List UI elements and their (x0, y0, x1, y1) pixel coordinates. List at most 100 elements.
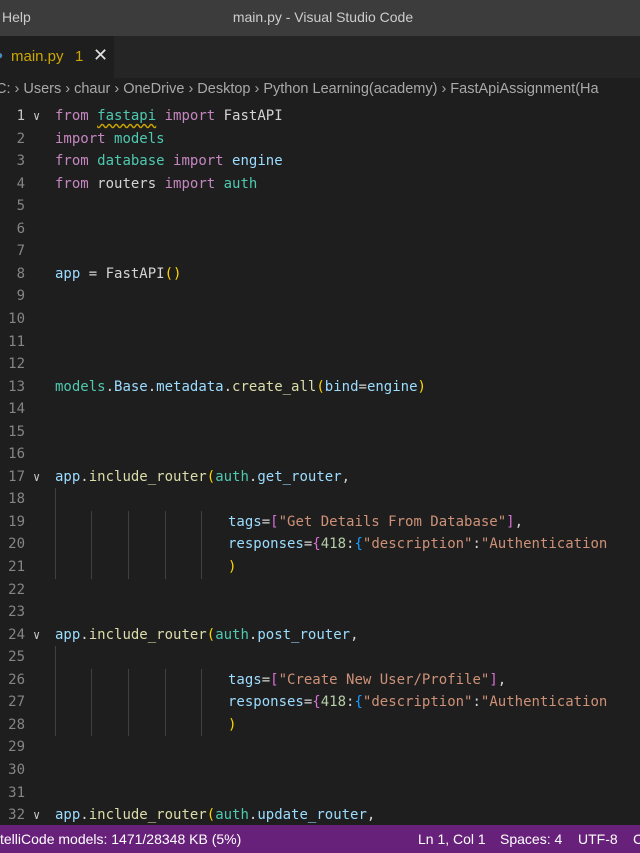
code-line[interactable]: 14 (0, 398, 640, 421)
code-line[interactable]: 17 ∨ app.include_router(auth.get_router, (0, 466, 640, 489)
code-token: include_router (88, 807, 207, 824)
code-token: fastapi (97, 108, 157, 124)
window-title: main.py - Visual Studio Code (232, 9, 414, 25)
breadcrumb-item[interactable]: C: (0, 81, 11, 97)
code-line[interactable]: 21) (0, 556, 640, 579)
code-line[interactable]: 13 models.Base.metadata.create_all(bind=e… (0, 376, 640, 399)
code-token: from (55, 108, 89, 124)
code-line[interactable]: 15 (0, 421, 640, 444)
indent-guide (128, 713, 129, 737)
code-line[interactable]: 12 (0, 353, 640, 376)
code-line[interactable]: 26 tags=["Create New User/Profile"], (0, 668, 640, 692)
indent-guide (91, 691, 92, 714)
line-number: 17 (8, 468, 25, 485)
code-line[interactable]: 8 app = FastAPI() (0, 263, 640, 286)
code-line[interactable]: 22 (0, 579, 640, 602)
line-number: 12 (8, 356, 25, 373)
code-line[interactable]: 4 from routers import auth (0, 173, 640, 196)
indent-guide (201, 533, 202, 556)
code-token: app (55, 468, 81, 485)
code-token: metadata (156, 378, 224, 395)
code-token: , (341, 468, 351, 485)
breadcrumb-item[interactable]: Users (23, 81, 61, 97)
line-number: 4 (16, 175, 25, 192)
cursor-position[interactable]: Ln 1, Col 1 (418, 831, 486, 847)
code-token: ( (206, 807, 216, 824)
code-line[interactable]: 24 ∨ app.include_router(auth.post_router, (0, 624, 640, 647)
encoding-status[interactable]: UTF-8 (578, 831, 618, 847)
code-line[interactable]: 1 ∨ from fastapi import FastAPI (0, 105, 640, 128)
code-token: "Create New User/Profile" (278, 671, 490, 688)
indent-guide (201, 510, 202, 534)
line-number: 19 (8, 513, 25, 530)
code-text: from database import engine (55, 150, 283, 173)
code-line[interactable]: 16 (0, 443, 640, 466)
code-token: ( (316, 378, 325, 395)
code-line[interactable]: 27 responses={418:{"description":"Authent… (0, 691, 640, 714)
fold-chevron-icon[interactable]: ∨ (33, 105, 40, 128)
code-token: . (105, 378, 115, 395)
tab-main-py[interactable]: ● main.py 1 ✕ (0, 36, 114, 78)
code-line[interactable]: 28) (0, 713, 640, 737)
code-token: . (80, 626, 89, 643)
title-bar: Help main.py - Visual Studio Code (0, 0, 640, 36)
code-token: . (147, 378, 157, 395)
fold-chevron-icon[interactable]: ∨ (33, 804, 40, 825)
code-line[interactable]: 6 (0, 218, 640, 241)
indent-guide (55, 533, 56, 556)
code-line[interactable]: 31 (0, 782, 640, 805)
breadcrumb-separator-icon: › (441, 81, 447, 97)
breadcrumb-item[interactable]: FastApiAssignment(Ha (450, 81, 598, 97)
code-token: "Get Details From Database" (278, 513, 507, 530)
code-line[interactable]: 9 (0, 285, 640, 308)
breadcrumb-item[interactable]: OneDrive (123, 81, 184, 97)
indentation-status[interactable]: Spaces: 4 (500, 831, 562, 847)
code-line[interactable]: 3 from database import engine (0, 150, 640, 173)
code-token: , (366, 807, 376, 824)
code-line[interactable]: 10 (0, 308, 640, 331)
code-line[interactable]: 11 (0, 331, 640, 354)
code-token: responses (228, 536, 304, 553)
code-line[interactable]: 7 (0, 240, 640, 263)
code-token: , (350, 626, 359, 643)
indent-guide (165, 556, 166, 579)
code-line[interactable]: 32 ∨ app.include_router(auth.update_router… (0, 804, 640, 825)
code-token: routers (97, 175, 157, 192)
indent-guide (55, 713, 56, 737)
code-token: "description" (362, 536, 473, 553)
code-line[interactable]: 25 (0, 646, 640, 669)
indent-guide (55, 668, 56, 692)
code-text: tags=["Get Details From Database"], (228, 511, 523, 534)
fold-chevron-icon[interactable]: ∨ (33, 466, 40, 489)
eol-status[interactable]: C (633, 831, 640, 847)
code-token: auth (215, 626, 249, 643)
close-icon[interactable]: ✕ (93, 45, 108, 66)
code-line[interactable]: 23 (0, 601, 640, 624)
code-editor[interactable]: 1 ∨ from fastapi import FastAPI 2 import mod… (0, 104, 640, 825)
code-token: auth (215, 807, 249, 824)
code-line[interactable]: 19 tags=["Get Details From Database"], (0, 510, 640, 534)
code-line[interactable]: 18 (0, 488, 640, 511)
line-number: 27 (8, 694, 25, 711)
indent-guide (91, 668, 92, 692)
code-token: bind (324, 378, 359, 395)
breadcrumb-item[interactable]: Python Learning(academy) (263, 81, 437, 97)
code-line[interactable]: 20 responses={418:{"description":"Authent… (0, 533, 640, 556)
line-number: 24 (8, 626, 25, 643)
code-token: . (223, 378, 233, 395)
code-line[interactable]: 5 (0, 195, 640, 218)
indent-guide (128, 533, 129, 556)
indent-guide (201, 556, 202, 579)
fold-chevron-icon[interactable]: ∨ (33, 624, 40, 647)
code-token: update_router (257, 807, 367, 824)
code-line[interactable]: 30 (0, 759, 640, 782)
code-line[interactable]: 29 (0, 736, 640, 759)
intellicode-status[interactable]: telliCode models: 1471/28348 KB (5%) (0, 831, 241, 847)
breadcrumb-item[interactable]: Desktop (197, 81, 250, 97)
indent-guide (128, 556, 129, 579)
code-line[interactable]: 2 import models (0, 128, 640, 151)
breadcrumb-item[interactable]: chaur (74, 81, 110, 97)
